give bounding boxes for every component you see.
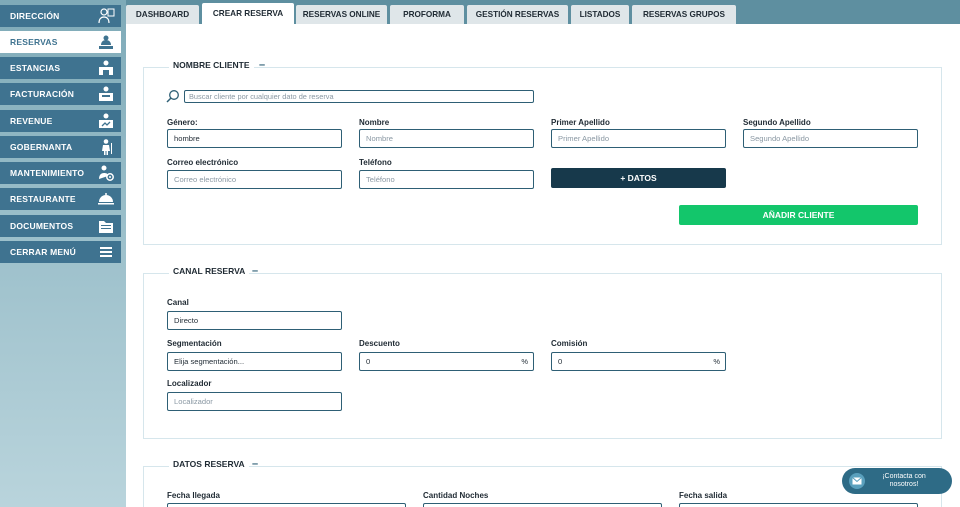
sidebar-item-direccion[interactable]: DIRECCIÓN [0,5,121,27]
sidebar-item-label: DOCUMENTOS [10,221,74,231]
fecha-salida-label: Fecha salida [679,491,728,500]
telefono-label: Teléfono [359,158,392,167]
bed-icon [97,59,115,77]
cantidad-noches-label: Cantidad Noches [423,491,489,500]
sidebar-item-gobernanta[interactable]: GOBERNANTA [0,136,121,158]
percent-suffix: % [713,357,720,366]
sidebar-item-label: RESERVAS [10,37,58,47]
housekeeper-icon [97,138,115,156]
comision-input[interactable]: 0 % [551,352,726,371]
comision-label: Comisión [551,339,588,348]
menu-icon [97,243,115,261]
sidebar-item-cerrar-menu[interactable]: CERRAR MENÚ [0,241,121,263]
correo-label: Correo electrónico [167,158,239,167]
fecha-llegada-input[interactable] [167,503,406,507]
tab-bar: DASHBOARD CREAR RESERVA RESERVAS ONLINE … [126,0,960,24]
sidebar-item-label: CERRAR MENÚ [10,247,76,257]
tab-crear-reserva[interactable]: CREAR RESERVA [202,3,294,24]
primer-apellido-label: Primer Apellido [551,118,610,127]
mas-datos-button[interactable]: + DATOS [551,168,726,188]
descuento-value: 0 [366,357,371,366]
chat-label: ¡Contacta con nosotros! [865,473,943,489]
reception-bell-icon [97,33,115,51]
invoice-icon [97,85,115,103]
descuento-input[interactable]: 0 % [359,352,534,371]
nombre-input[interactable]: Nombre [359,129,534,148]
sidebar-item-label: GOBERNANTA [10,142,73,152]
section-title: CANAL RESERVA [169,266,250,276]
sidebar-item-documentos[interactable]: DOCUMENTOS [0,215,121,237]
search-icon [166,89,180,108]
sidebar-item-estancias[interactable]: ESTANCIAS [0,57,121,79]
collapse-toggle[interactable]: – [259,59,265,71]
fecha-salida-input[interactable] [679,503,918,507]
canal-label: Canal [167,298,189,307]
sidebar-item-mantenimiento[interactable]: MANTENIMIENTO [0,162,121,184]
segmentacion-label: Segmentación [167,339,222,348]
localizador-input[interactable]: Localizador [167,392,342,411]
section-title: NOMBRE CLIENTE [169,60,254,70]
cloche-icon [97,190,115,208]
director-icon [97,7,115,25]
genero-select[interactable]: hombre [167,129,342,148]
sidebar-item-label: FACTURACIÓN [10,89,75,99]
sidebar-item-label: RESTAURANTE [10,194,76,204]
segundo-apellido-input[interactable]: Segundo Apellido [743,129,918,148]
sidebar-item-label: REVENUE [10,116,53,126]
tab-listados[interactable]: LISTADOS [571,5,629,24]
genero-label: Género: [167,118,198,127]
fecha-llegada-label: Fecha llegada [167,491,220,500]
localizador-label: Localizador [167,379,212,388]
nombre-label: Nombre [359,118,390,127]
correo-input[interactable]: Correo electrónico [167,170,342,189]
channel-section: CANAL RESERVA – Canal Directo Segmentaci… [143,265,942,439]
collapse-toggle[interactable]: – [252,265,258,277]
tab-reservas-grupos[interactable]: RESERVAS GRUPOS [632,5,736,24]
sidebar-item-label: ESTANCIAS [10,63,61,73]
client-search-input[interactable]: Buscar cliente por cualquier dato de res… [184,90,534,103]
anadir-cliente-button[interactable]: AÑADIR CLIENTE [679,205,918,225]
collapse-toggle[interactable]: – [252,458,258,470]
sidebar-item-restaurante[interactable]: RESTAURANTE [0,188,121,210]
comision-value: 0 [558,357,563,366]
percent-suffix: % [521,357,528,366]
section-title: DATOS RESERVA [169,459,249,469]
segmentacion-select[interactable]: Elija segmentación... [167,352,342,371]
sidebar-item-revenue[interactable]: REVENUE [0,110,121,132]
sidebar-item-facturacion[interactable]: FACTURACIÓN [0,83,121,105]
sidebar: DIRECCIÓN RESERVAS ESTANCIAS FACTURACIÓN… [0,0,126,507]
chat-line-1: ¡Contacta con [882,473,926,480]
descuento-label: Descuento [359,339,400,348]
booking-data-section: DATOS RESERVA – Fecha llegada Cantidad N… [143,458,942,507]
client-section: NOMBRE CLIENTE – Buscar cliente por cual… [143,59,942,245]
tab-proforma[interactable]: PROFORMA [390,5,464,24]
sidebar-item-label: MANTENIMIENTO [10,168,85,178]
sidebar-item-label: DIRECCIÓN [10,11,60,21]
primer-apellido-input[interactable]: Primer Apellido [551,129,726,148]
contact-chat-button[interactable]: ¡Contacta con nosotros! [842,468,952,494]
folder-icon [97,217,115,235]
tab-reservas-online[interactable]: RESERVAS ONLINE [296,5,387,24]
cantidad-noches-input[interactable] [423,503,662,507]
tab-gestion-reservas[interactable]: GESTIÓN RESERVAS [467,5,568,24]
sidebar-item-reservas[interactable]: RESERVAS [0,31,121,53]
revenue-icon [97,112,115,130]
canal-select[interactable]: Directo [167,311,342,330]
segundo-apellido-label: Segundo Apellido [743,118,811,127]
main-panel: NOMBRE CLIENTE – Buscar cliente por cual… [126,24,960,507]
maintenance-icon [97,164,115,182]
tab-dashboard[interactable]: DASHBOARD [126,5,199,24]
telefono-input[interactable]: Teléfono [359,170,534,189]
mail-icon [849,473,865,489]
chat-line-2: nosotros! [889,481,919,488]
